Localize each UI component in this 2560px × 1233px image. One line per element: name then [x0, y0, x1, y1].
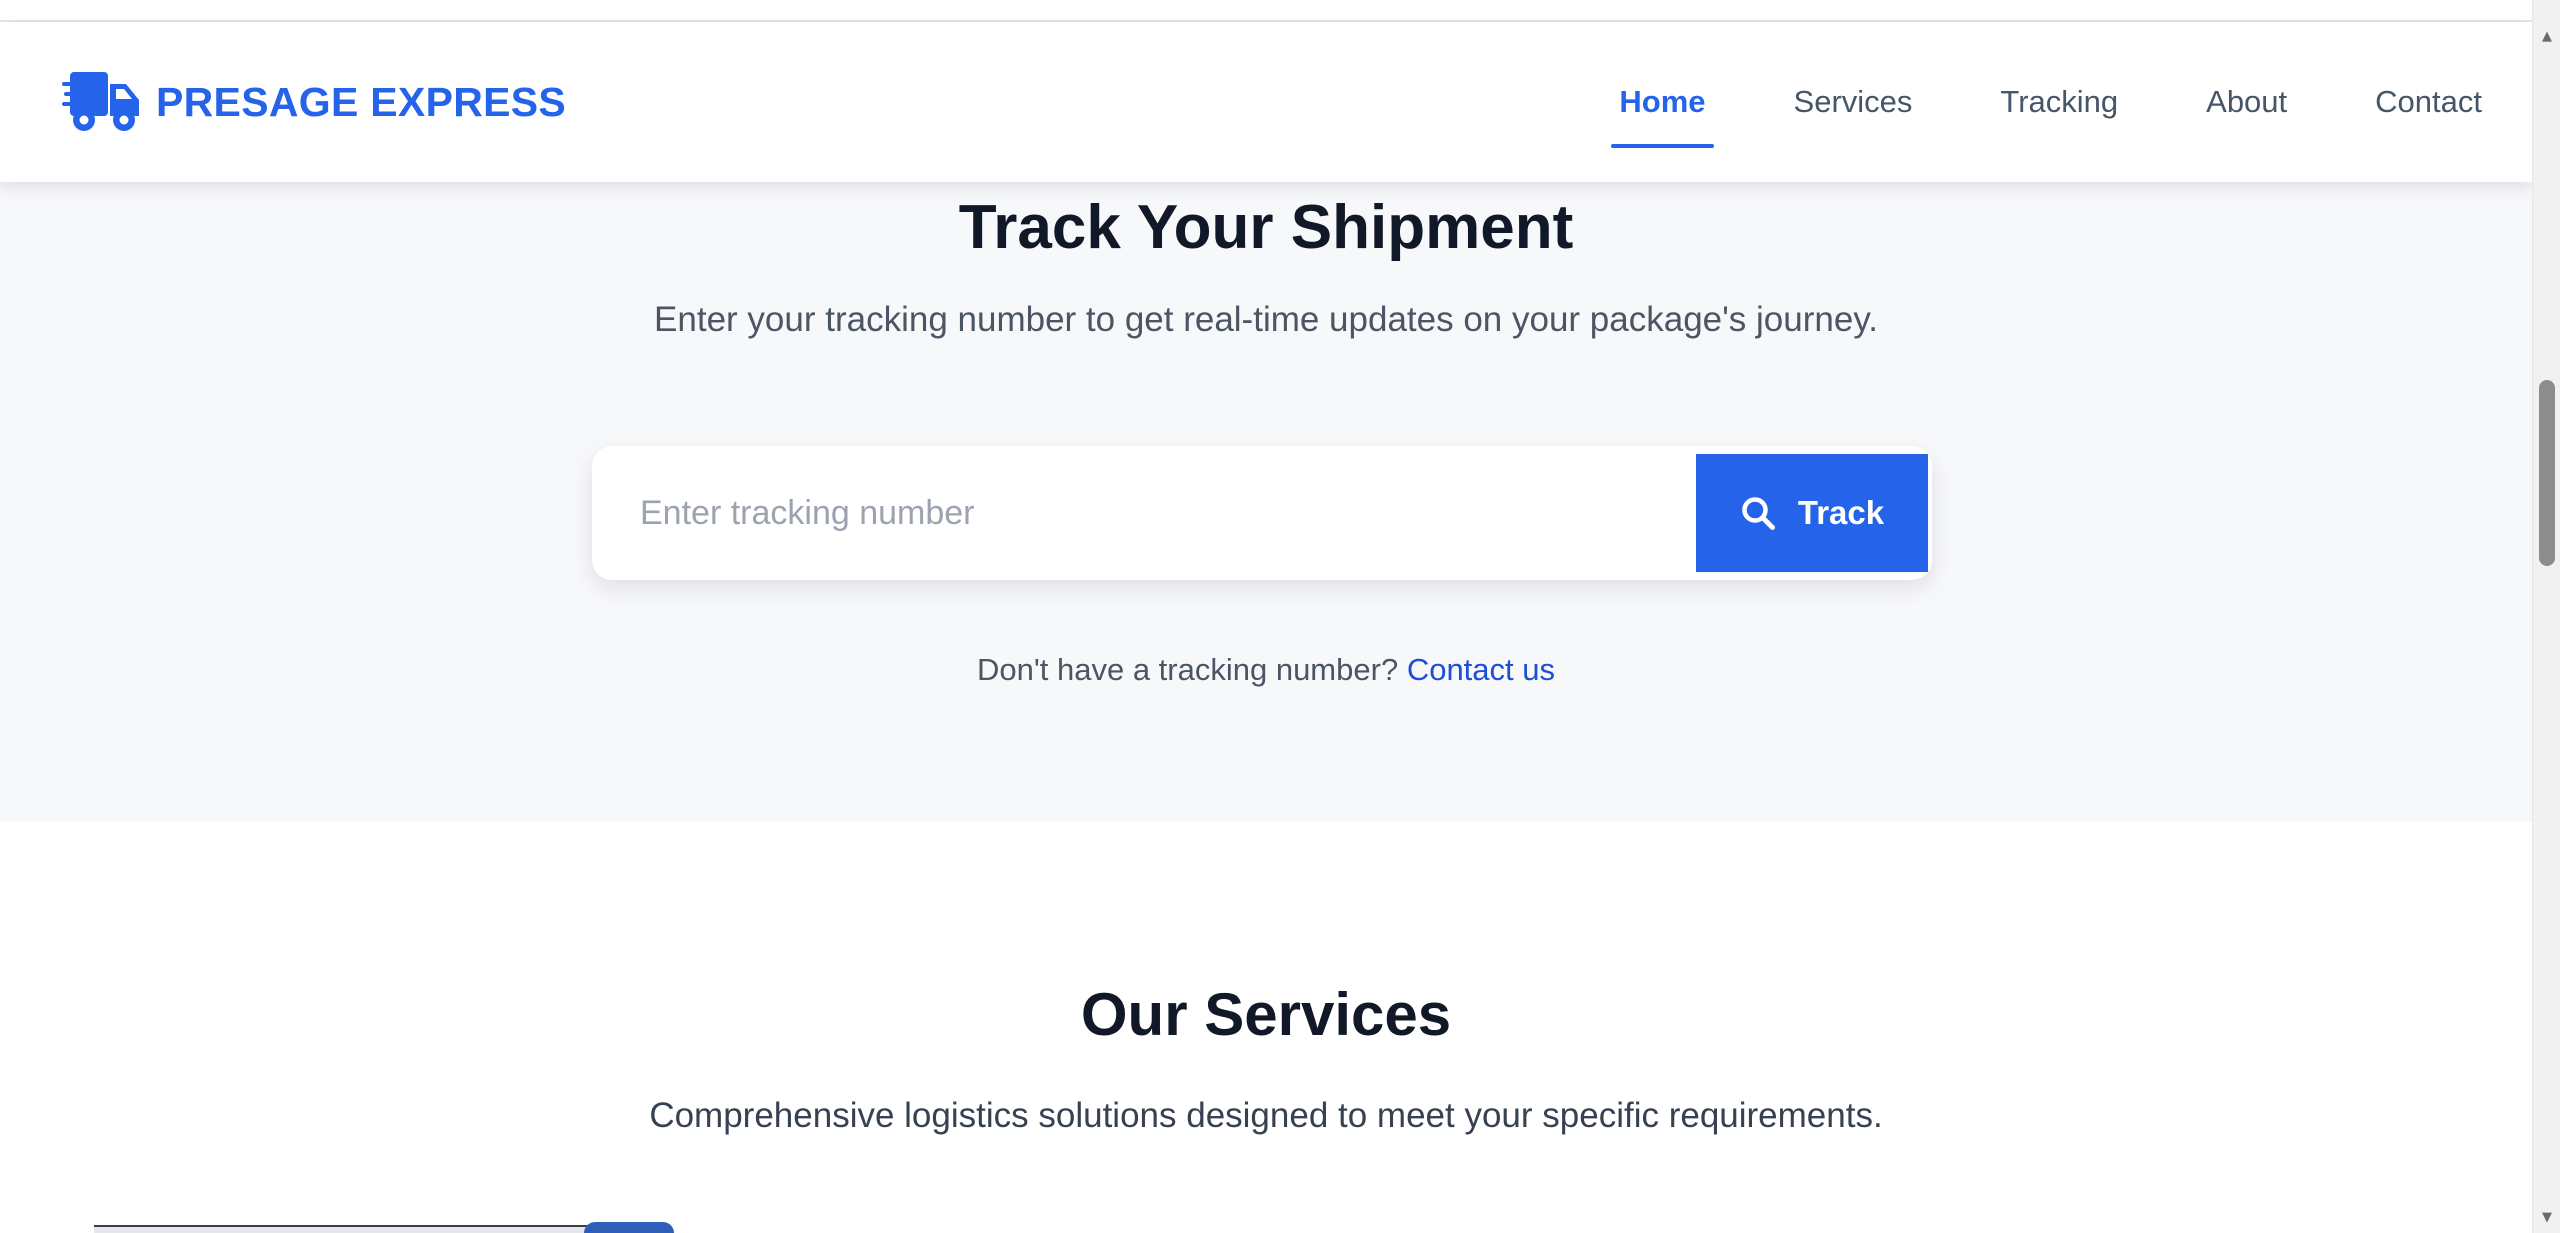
page: PRESAGE EXPRESS Home Services Tracking A… [0, 0, 2560, 1233]
nav-tracking[interactable]: Tracking [1992, 74, 2126, 130]
tracking-help: Don't have a tracking number? Contact us [0, 652, 2532, 688]
nav-services[interactable]: Services [1786, 74, 1921, 130]
services-subtitle: Comprehensive logistics solutions design… [649, 1096, 1883, 1135]
tracking-title: Track Your Shipment [958, 193, 1574, 262]
top-divider [0, 0, 2532, 22]
track-button[interactable]: Track [1696, 454, 1928, 572]
site-header: PRESAGE EXPRESS Home Services Tracking A… [0, 22, 2532, 182]
scroll-down-arrow-icon[interactable]: ▼ [2533, 1203, 2560, 1231]
nav-about[interactable]: About [2198, 74, 2295, 130]
scroll-up-arrow-icon[interactable]: ▲ [2533, 22, 2560, 50]
brand-logo[interactable]: PRESAGE EXPRESS [62, 70, 566, 134]
browser-viewport: PRESAGE EXPRESS Home Services Tracking A… [0, 0, 2532, 1233]
search-icon [1742, 497, 1775, 530]
scrollbar-thumb[interactable] [2539, 380, 2555, 566]
tracking-form: Track [592, 446, 1932, 580]
services-title: Our Services [1080, 981, 1452, 1048]
truck-fast-icon [62, 72, 139, 131]
nav-contact[interactable]: Contact [2367, 74, 2490, 130]
tracking-number-input[interactable] [604, 458, 1684, 568]
service-card-icon-edge [584, 1222, 674, 1233]
nav-home[interactable]: Home [1611, 74, 1714, 148]
vertical-scrollbar[interactable]: ▲ ▼ [2532, 0, 2560, 1233]
track-button-label: Track [1797, 494, 1885, 531]
tracking-help-text: Don't have a tracking number? [976, 652, 1399, 687]
main-nav: Home Services Tracking About Contact [1539, 22, 2490, 182]
brand-name: PRESAGE EXPRESS [156, 78, 567, 125]
contact-us-link[interactable]: Contact us [1407, 652, 1555, 687]
tracking-section: Track Your Shipment Enter your tracking … [0, 182, 2532, 822]
tracking-subtitle: Enter your tracking number to get real-t… [654, 300, 1878, 339]
